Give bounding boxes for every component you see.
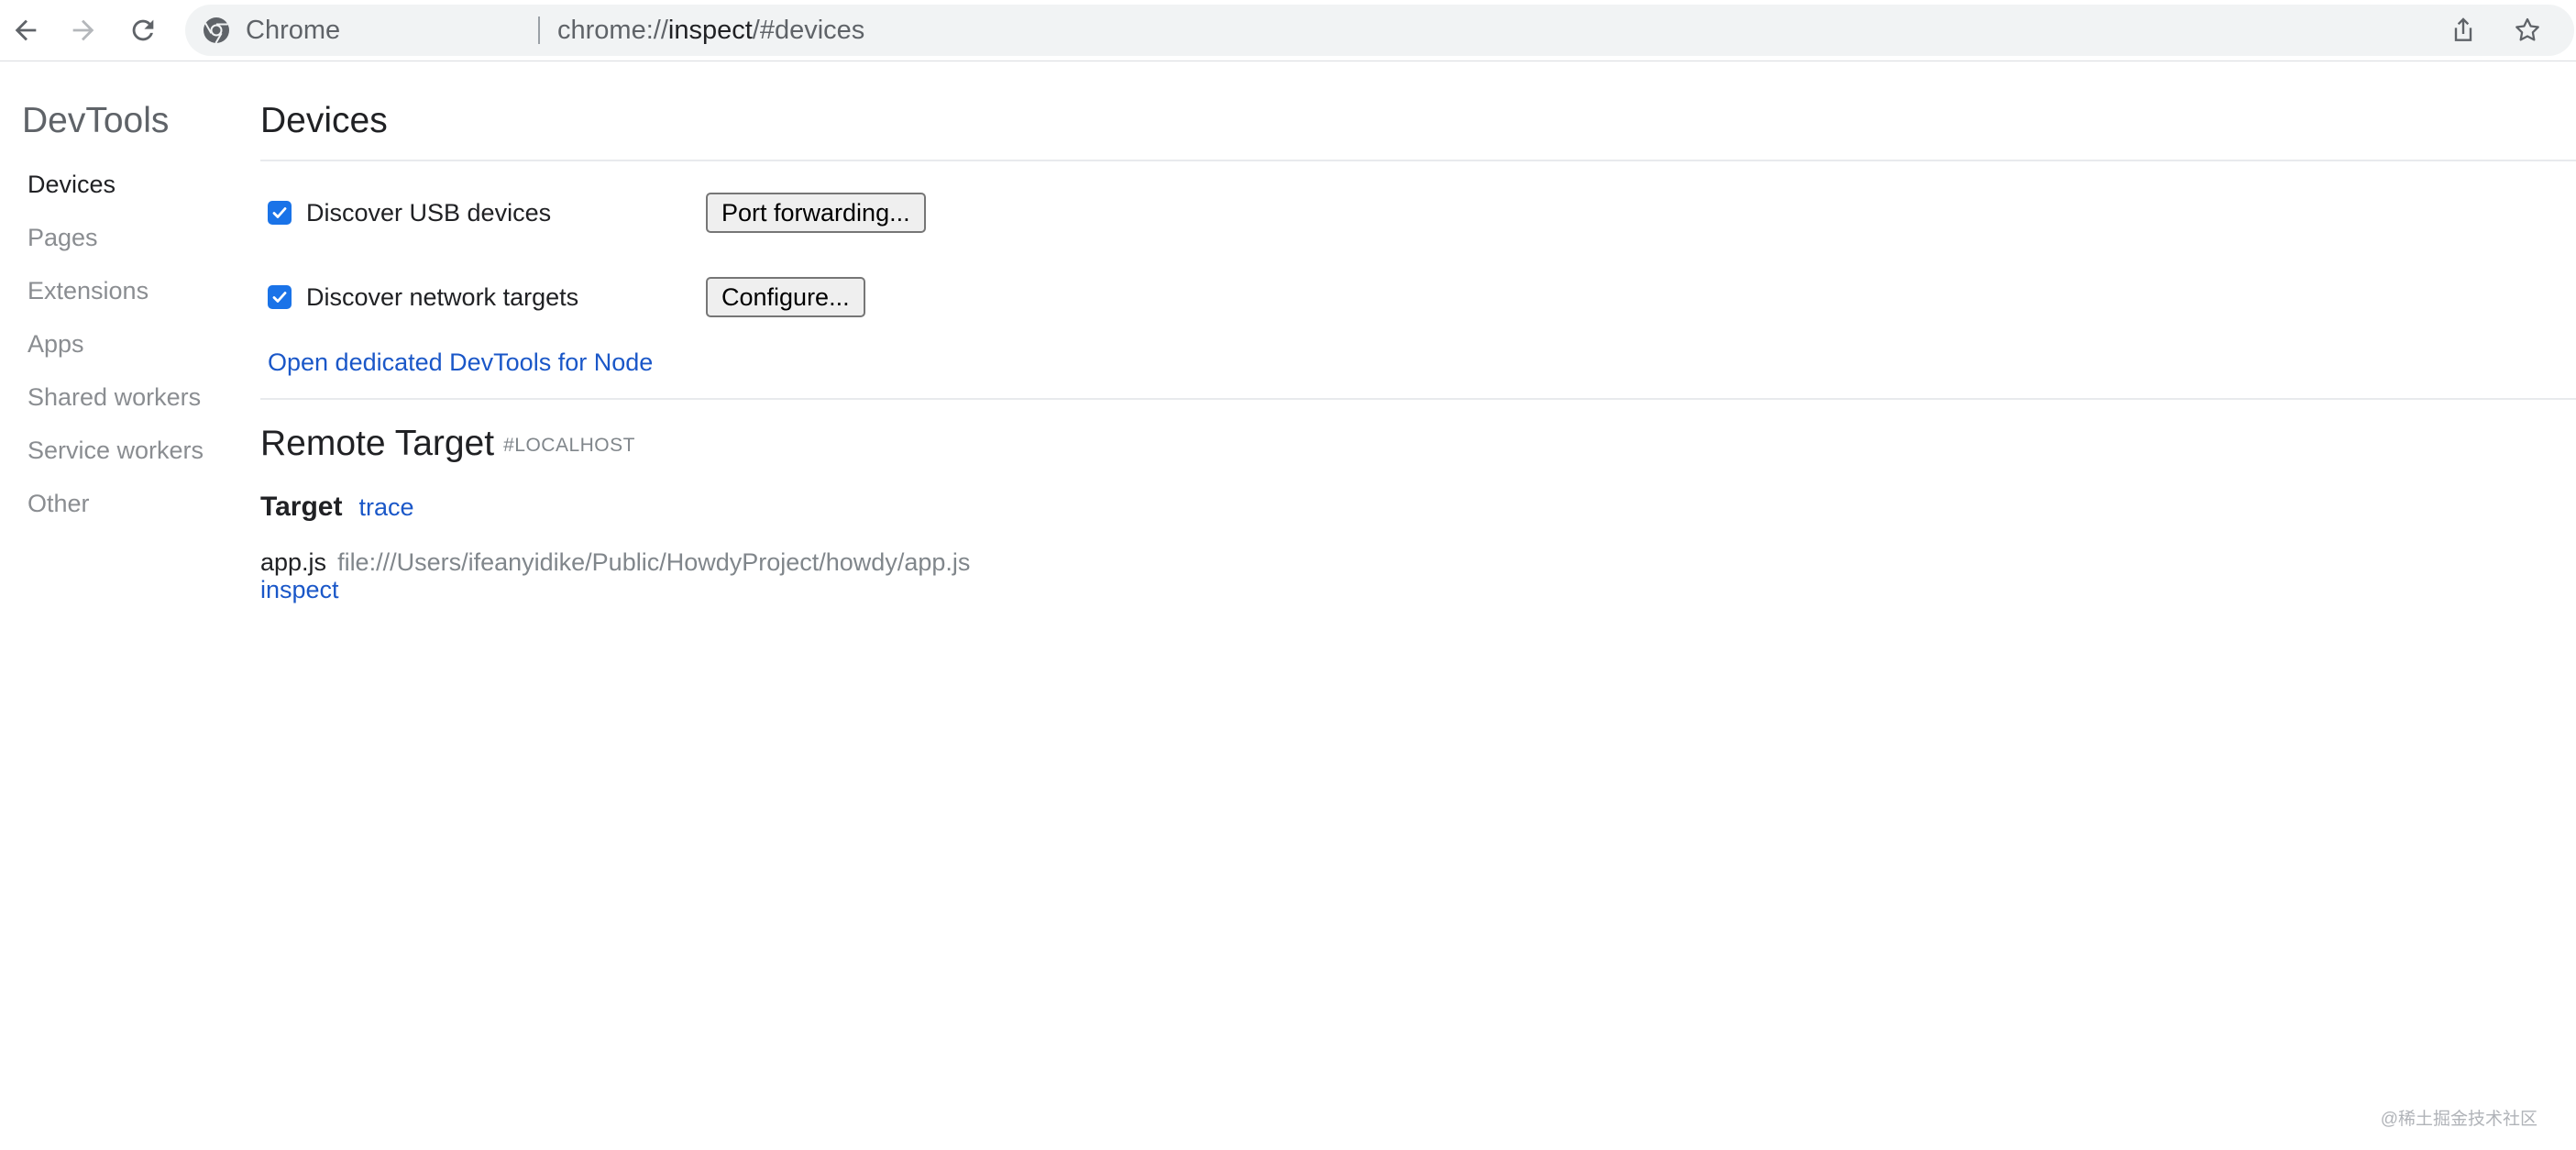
bookmark-button[interactable] [2512,15,2543,46]
address-bar[interactable]: Chrome chrome://inspect/#devices [185,5,2574,56]
share-icon [2454,17,2472,41]
inspect-link[interactable]: inspect [260,576,339,604]
sidebar-item-devices[interactable]: Devices [28,171,116,199]
back-arrow-icon [15,19,37,41]
url-text[interactable]: chrome://inspect/#devices [557,5,864,56]
reload-icon [132,19,154,41]
open-node-devtools-link[interactable]: Open dedicated DevTools for Node [268,348,653,377]
discover-network-row: Discover network targets [268,277,578,317]
star-icon [2515,17,2539,41]
forward-button[interactable] [62,9,105,51]
port-forwarding-button[interactable]: Port forwarding... [706,193,926,233]
main-content: Devices Discover USB devices Port forwar… [260,62,2576,1150]
section-divider [260,398,2576,400]
remote-target-heading: Remote Target #LOCALHOST [260,424,635,464]
target-entry-name: app.js [260,548,327,576]
sidebar-item-pages[interactable]: Pages [28,224,98,252]
reload-button[interactable] [122,9,164,51]
target-entry-path: file:///Users/ifeanyidike/Public/HowdyPr… [337,548,971,576]
checkmark-icon [272,207,287,218]
discover-usb-row: Discover USB devices [268,193,551,233]
sidebar-title: DevTools [22,101,170,140]
discover-usb-checkbox[interactable] [268,201,292,225]
sidebar-item-service-workers[interactable]: Service workers [28,437,204,465]
trace-link[interactable]: trace [358,493,413,521]
origin-chip: Chrome [246,16,341,45]
discover-network-checkbox[interactable] [268,285,292,309]
target-row: Target trace [260,492,414,523]
chrome-logo-icon [204,17,229,44]
url-host: inspect [667,16,753,45]
checkmark-icon [272,292,287,303]
configure-button[interactable]: Configure... [706,277,865,317]
watermark: @稀土掘金技术社区 [2380,1110,2537,1129]
sidebar-item-apps[interactable]: Apps [28,330,84,359]
target-entry: app.js file:///Users/ifeanyidike/Public/H… [260,548,970,577]
page-title: Devices [260,101,388,140]
remote-target-title: Remote Target [260,424,495,463]
sidebar: DevTools Devices Pages Extensions Apps S… [0,62,248,1150]
remote-target-tag: #LOCALHOST [503,435,635,456]
sidebar-item-other[interactable]: Other [28,490,90,518]
sidebar-item-extensions[interactable]: Extensions [28,277,149,305]
share-button[interactable] [2448,15,2479,46]
forward-arrow-icon [72,19,94,41]
discover-usb-label: Discover USB devices [306,198,552,227]
omnibox-separator [538,17,540,44]
back-button[interactable] [5,9,47,51]
browser-toolbar: Chrome chrome://inspect/#devices [0,0,2576,61]
sidebar-item-shared-workers[interactable]: Shared workers [28,383,201,412]
discover-network-label: Discover network targets [306,282,579,311]
title-divider [260,160,2576,161]
url-path: /#devices [752,16,865,45]
target-label: Target [260,492,343,522]
url-scheme: chrome:// [557,16,668,45]
